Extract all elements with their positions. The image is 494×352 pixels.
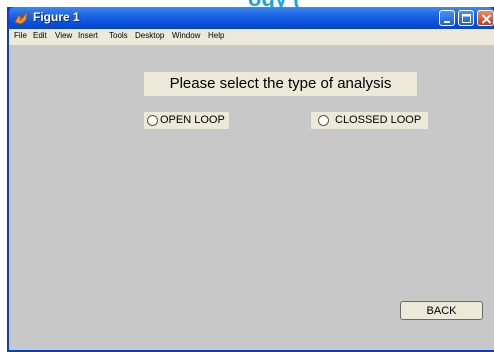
back-button[interactable]: BACK: [400, 301, 483, 320]
menu-desktop[interactable]: Desktop: [135, 31, 164, 40]
minimize-button[interactable]: [439, 10, 455, 26]
matlab-figure-icon: [14, 11, 28, 25]
closed-loop-option[interactable]: CLOSSED LOOP: [311, 112, 428, 129]
menu-bar: File Edit View Insert Tools Desktop Wind…: [9, 29, 494, 45]
menu-insert[interactable]: Insert: [78, 31, 98, 40]
open-loop-label[interactable]: OPEN LOOP: [160, 112, 225, 129]
menu-view[interactable]: View: [55, 31, 72, 40]
menu-help[interactable]: Help: [208, 31, 224, 40]
menu-file[interactable]: File: [14, 31, 27, 40]
close-button[interactable]: [477, 10, 494, 26]
menu-edit[interactable]: Edit: [33, 31, 47, 40]
maximize-icon: [462, 14, 471, 23]
closed-loop-label[interactable]: CLOSSED LOOP: [335, 112, 421, 129]
menu-window[interactable]: Window: [172, 31, 200, 40]
window-title: Figure 1: [33, 10, 80, 24]
radio-circle-icon[interactable]: [147, 115, 158, 126]
close-icon: [481, 14, 492, 24]
figure-canvas: Please select the type of analysis OPEN …: [9, 45, 494, 350]
menu-tools[interactable]: Tools: [109, 31, 128, 40]
open-loop-option[interactable]: OPEN LOOP: [144, 112, 229, 129]
maximize-button[interactable]: [458, 10, 474, 26]
analysis-heading: Please select the type of analysis: [144, 72, 417, 96]
radio-circle-icon[interactable]: [318, 115, 329, 126]
minimize-icon: [444, 21, 450, 23]
title-bar[interactable]: Figure 1: [9, 7, 494, 29]
figure-window: Figure 1 File Edit View Insert Tools Des…: [7, 7, 494, 352]
